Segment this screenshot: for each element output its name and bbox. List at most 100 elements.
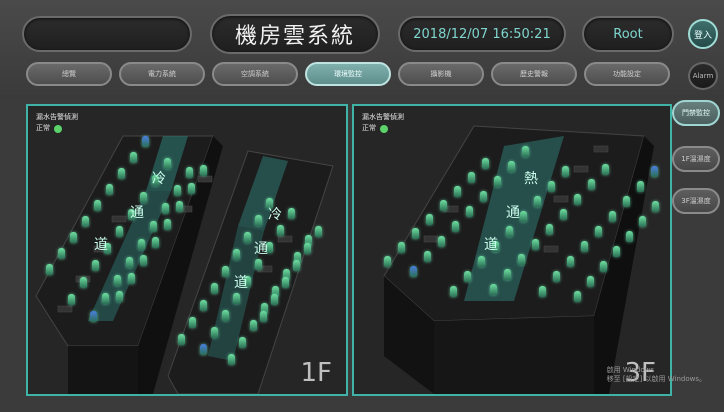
leak-sensor-icon[interactable] [211,283,218,294]
leak-sensor-icon[interactable] [222,310,229,321]
leak-sensor-icon[interactable] [520,211,527,222]
tab-environment[interactable]: 環境監控 [305,62,391,86]
leak-sensor-icon[interactable] [440,200,447,211]
leak-sensor-icon[interactable] [46,264,53,275]
leak-sensor-icon[interactable] [560,209,567,220]
leak-sensor-icon[interactable] [200,300,207,311]
leak-sensor-alert-icon[interactable] [200,344,207,355]
leak-sensor-icon[interactable] [138,239,145,250]
leak-sensor-icon[interactable] [482,158,489,169]
leak-sensor-icon[interactable] [304,243,311,254]
leak-sensor-icon[interactable] [186,167,193,178]
leak-sensor-icon[interactable] [70,232,77,243]
leak-sensor-icon[interactable] [200,165,207,176]
leak-sensor-icon[interactable] [315,226,322,237]
leak-sensor-icon[interactable] [188,183,195,194]
leak-sensor-icon[interactable] [189,317,196,328]
tab-camera[interactable]: 攝影機 [398,62,484,86]
side-1f-temp[interactable]: 1F溫濕度 [672,146,720,172]
leak-sensor-icon[interactable] [152,237,159,248]
leak-sensor-icon[interactable] [438,236,445,247]
leak-sensor-icon[interactable] [494,176,501,187]
leak-sensor-icon[interactable] [637,181,644,192]
leak-sensor-alert-icon[interactable] [90,311,97,322]
leak-sensor-icon[interactable] [80,277,87,288]
leak-sensor-icon[interactable] [626,231,633,242]
leak-sensor-icon[interactable] [116,291,123,302]
leak-sensor-icon[interactable] [102,293,109,304]
leak-sensor-icon[interactable] [652,201,659,212]
leak-sensor-icon[interactable] [567,256,574,267]
leak-sensor-icon[interactable] [532,239,539,250]
leak-sensor-icon[interactable] [588,179,595,190]
leak-sensor-icon[interactable] [522,146,529,157]
leak-sensor-icon[interactable] [398,242,405,253]
leak-sensor-icon[interactable] [468,172,475,183]
tab-power[interactable]: 電力系統 [119,62,205,86]
leak-sensor-icon[interactable] [508,161,515,172]
leak-sensor-icon[interactable] [293,260,300,271]
leak-sensor-icon[interactable] [228,354,235,365]
leak-sensor-icon[interactable] [609,211,616,222]
leak-sensor-icon[interactable] [233,249,240,260]
leak-sensor-icon[interactable] [490,284,497,295]
leak-sensor-icon[interactable] [164,219,171,230]
leak-sensor-icon[interactable] [239,337,246,348]
leak-sensor-icon[interactable] [106,184,113,195]
leak-sensor-icon[interactable] [128,273,135,284]
leak-sensor-alert-icon[interactable] [142,136,149,147]
leak-sensor-icon[interactable] [639,216,646,227]
leak-sensor-icon[interactable] [255,259,262,270]
side-3f-temp[interactable]: 3F溫濕度 [672,188,720,214]
leak-sensor-icon[interactable] [426,214,433,225]
leak-sensor-icon[interactable] [595,226,602,237]
leak-sensor-alert-icon[interactable] [651,166,658,177]
leak-sensor-icon[interactable] [464,271,471,282]
leak-sensor-icon[interactable] [244,232,251,243]
leak-sensor-icon[interactable] [506,226,513,237]
tab-overview[interactable]: 總覽 [26,62,112,86]
leak-sensor-icon[interactable] [466,206,473,217]
leak-sensor-icon[interactable] [478,256,485,267]
leak-sensor-icon[interactable] [174,185,181,196]
leak-sensor-icon[interactable] [260,311,267,322]
leak-sensor-icon[interactable] [162,203,169,214]
leak-sensor-icon[interactable] [176,201,183,212]
leak-sensor-alert-icon[interactable] [410,266,417,277]
leak-sensor-icon[interactable] [518,254,525,265]
leak-sensor-icon[interactable] [250,320,257,331]
leak-sensor-icon[interactable] [178,334,185,345]
leak-sensor-icon[interactable] [58,248,65,259]
leak-sensor-icon[interactable] [412,228,419,239]
leak-sensor-icon[interactable] [277,225,284,236]
leak-sensor-icon[interactable] [548,181,555,192]
alarm-button[interactable]: Alarm [688,62,718,90]
leak-sensor-icon[interactable] [623,196,630,207]
leak-sensor-icon[interactable] [480,191,487,202]
leak-sensor-icon[interactable] [562,166,569,177]
leak-sensor-icon[interactable] [288,208,295,219]
leak-sensor-icon[interactable] [539,286,546,297]
leak-sensor-icon[interactable] [92,260,99,271]
leak-sensor-icon[interactable] [504,269,511,280]
tab-hvac[interactable]: 空調系統 [212,62,298,86]
tab-settings[interactable]: 功能設定 [584,62,670,86]
leak-sensor-icon[interactable] [602,164,609,175]
leak-sensor-icon[interactable] [233,293,240,304]
leak-sensor-icon[interactable] [140,255,147,266]
leak-sensor-icon[interactable] [222,266,229,277]
leak-sensor-icon[interactable] [126,257,133,268]
leak-sensor-icon[interactable] [94,200,101,211]
leak-sensor-icon[interactable] [82,216,89,227]
user-box[interactable]: Root [582,16,674,52]
leak-sensor-icon[interactable] [450,286,457,297]
leak-sensor-icon[interactable] [68,294,75,305]
tab-history-alarm[interactable]: 歷史警報 [491,62,577,86]
login-button[interactable]: 登入 [688,19,718,49]
leak-sensor-icon[interactable] [271,294,278,305]
leak-sensor-icon[interactable] [116,226,123,237]
leak-sensor-icon[interactable] [384,256,391,267]
leak-sensor-icon[interactable] [553,271,560,282]
leak-sensor-icon[interactable] [211,327,218,338]
leak-sensor-icon[interactable] [454,186,461,197]
